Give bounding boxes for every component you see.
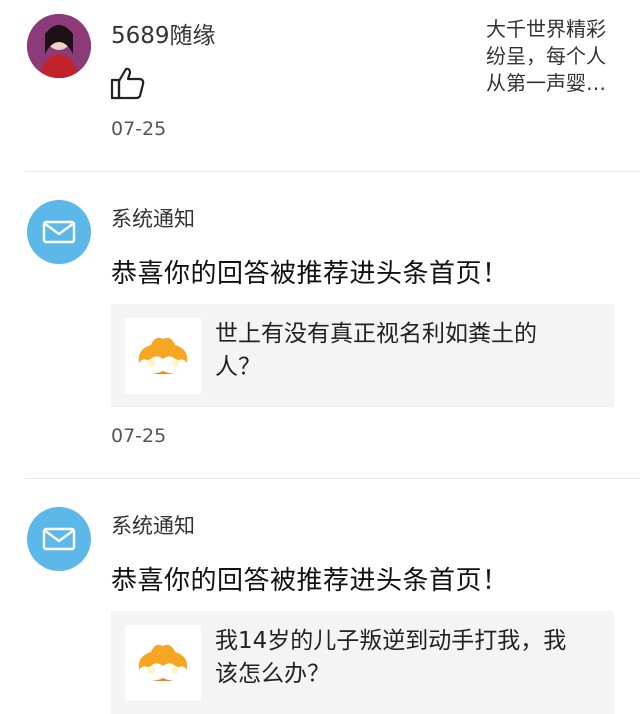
notification-message[interactable]: 恭喜你的回答被推荐进头条首页！ (111, 560, 509, 597)
question-card[interactable]: 世上有没有真正视名利如粪土的 人？ (111, 304, 614, 407)
thumbs-up-icon[interactable] (110, 66, 146, 100)
toutiao-logo-icon (125, 318, 201, 394)
item-date: 07-25 (111, 118, 167, 140)
snippet-line: 纷呈，每个人 (486, 44, 606, 68)
divider (25, 171, 640, 172)
notification-message[interactable]: 恭喜你的回答被推荐进头条首页！ (111, 253, 509, 290)
item-date: 07-25 (111, 425, 167, 447)
question-line: 人？ (215, 354, 261, 380)
comment-snippet[interactable]: 大千世界精彩 纷呈，每个人 从第一声婴… (486, 16, 626, 97)
snippet-line: 大千世界精彩 (486, 17, 606, 41)
question-text: 世上有没有真正视名利如粪土的 人？ (215, 318, 595, 384)
notification-title: 系统通知 (111, 514, 195, 538)
mail-icon (27, 200, 91, 264)
user-avatar[interactable] (27, 14, 91, 78)
notification-title: 系统通知 (111, 207, 195, 231)
question-card[interactable]: 我14岁的儿子叛逆到动手打我，我 该怎么办？ (111, 611, 614, 714)
question-line: 世上有没有真正视名利如粪土的 (215, 321, 537, 347)
question-line: 我14岁的儿子叛逆到动手打我，我 (215, 628, 567, 654)
mail-icon (27, 507, 91, 571)
snippet-line: 从第一声婴… (486, 71, 606, 95)
toutiao-logo-icon (125, 625, 201, 701)
question-text: 我14岁的儿子叛逆到动手打我，我 该怎么办？ (215, 625, 595, 691)
username[interactable]: 5689随缘 (111, 16, 216, 50)
divider (25, 478, 640, 479)
